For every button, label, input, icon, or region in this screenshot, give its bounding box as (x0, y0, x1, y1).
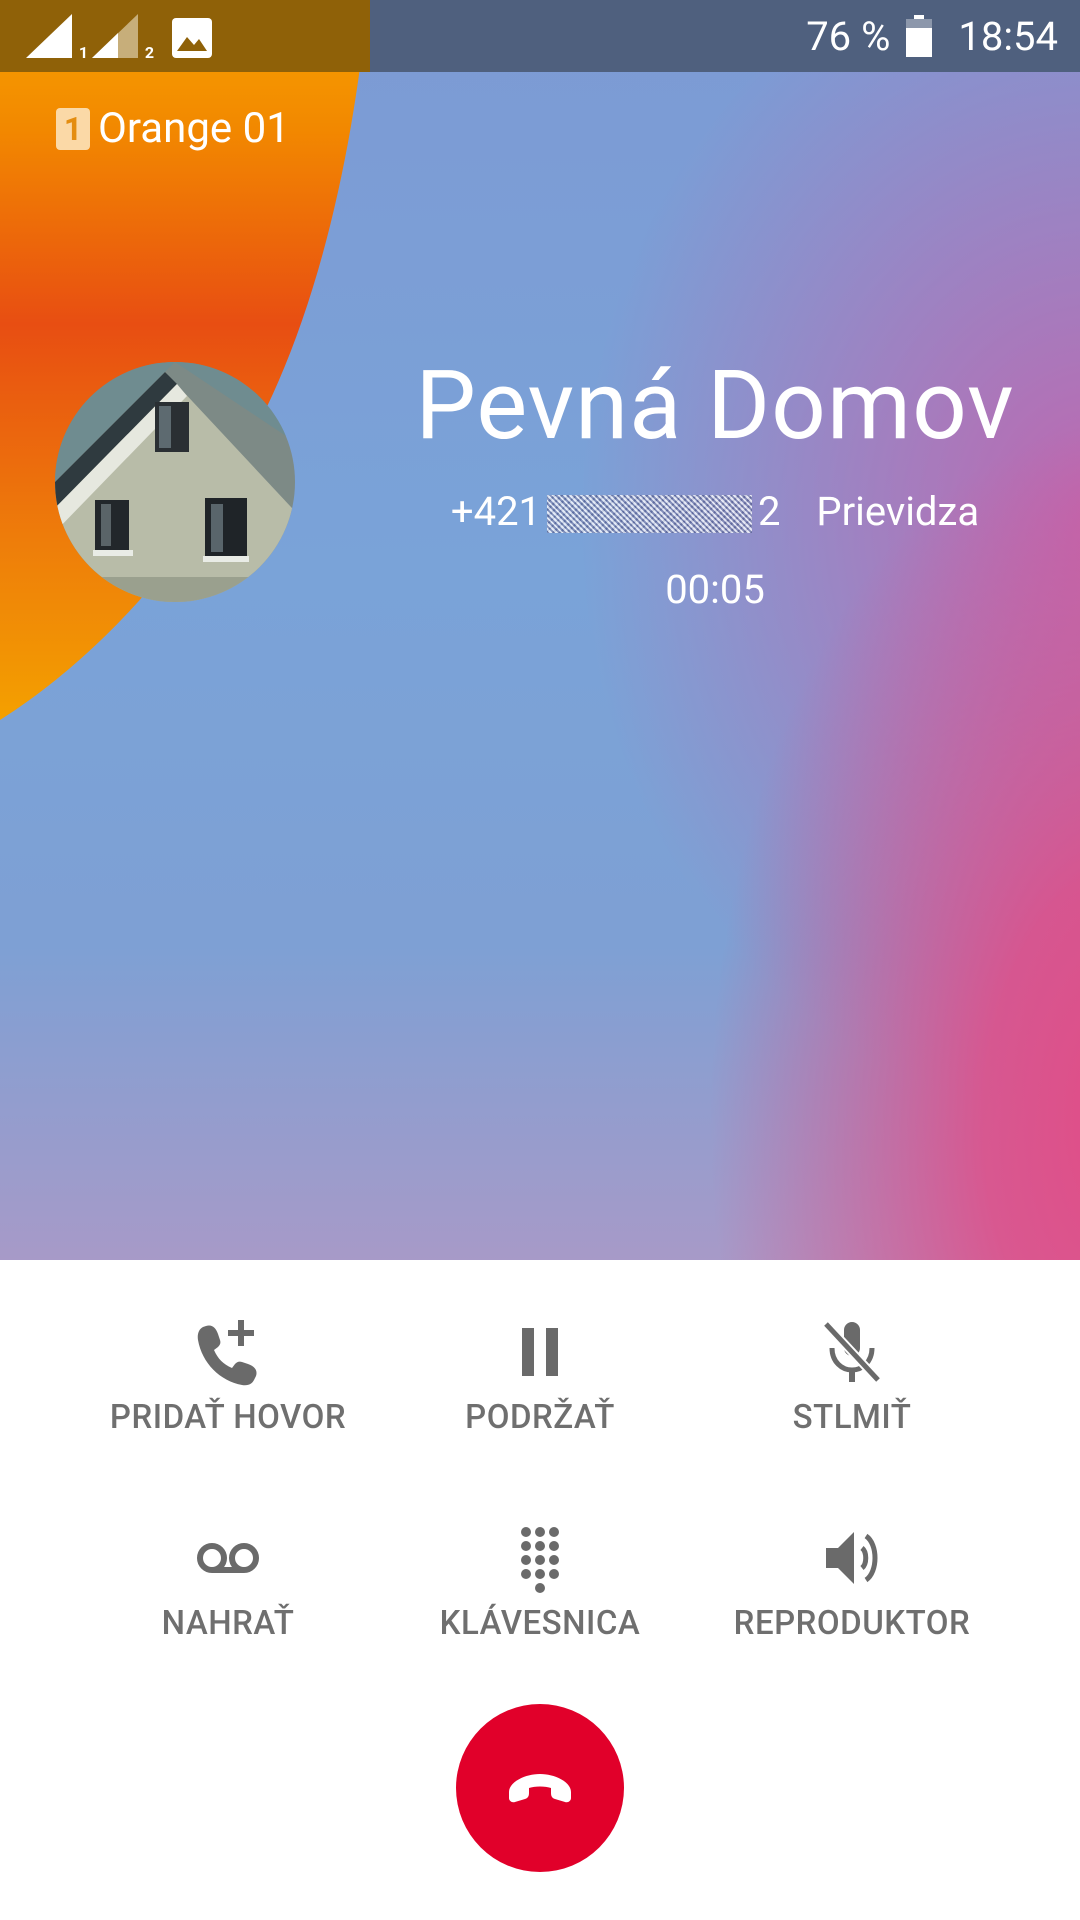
record-button[interactable]: NAHRAŤ (68, 1522, 388, 1643)
sim1-index: 1 (78, 43, 88, 62)
sim-slot-icon: 1 (56, 107, 90, 150)
orange-wave-decoration (0, 0, 368, 720)
add-call-button[interactable]: PRIDAŤ HOVOR (68, 1316, 388, 1437)
signal-sim1-icon: 1 (26, 14, 88, 62)
battery-icon (906, 15, 933, 57)
call-timer: 00:05 (665, 566, 765, 613)
redacted-number (547, 495, 753, 534)
speaker-label: REPRODUKTOR (733, 1604, 971, 1643)
add-call-label: PRIDAŤ HOVOR (109, 1398, 347, 1437)
pause-icon (522, 1328, 558, 1376)
carrier-name: Orange 01 (98, 104, 290, 153)
sim2-index: 2 (144, 43, 154, 62)
signal-sim2-icon: 2 (92, 14, 154, 62)
call-background: 1 2 76 % 18:54 1 Orange 01 Pevná Domov +… (0, 0, 1080, 1260)
voicemail-record-icon (197, 1543, 259, 1573)
dialpad-button[interactable]: KLÁVESNICA (380, 1522, 700, 1643)
carrier-label: 1 Orange 01 (56, 104, 290, 153)
number-suffix: 2 (758, 488, 781, 535)
add-call-icon (197, 1320, 257, 1386)
gallery-notification-icon (172, 18, 212, 58)
contact-name: Pevná Domov (415, 350, 1015, 462)
speaker-button[interactable]: REPRODUKTOR (692, 1522, 1012, 1643)
mic-off-icon (822, 1320, 882, 1384)
record-label: NAHRAŤ (161, 1604, 295, 1643)
hold-button[interactable]: PODRŽAŤ (380, 1316, 700, 1437)
dialpad-label: KLÁVESNICA (439, 1604, 641, 1643)
dialpad-icon (521, 1527, 559, 1593)
speaker-icon (826, 1532, 878, 1584)
status-bar: 1 2 76 % 18:54 (0, 0, 1080, 72)
clock: 18:54 (958, 12, 1058, 60)
number-prefix: +421 (450, 488, 542, 535)
hold-label: PODRŽAŤ (465, 1398, 615, 1437)
mute-label: STLMIŤ (792, 1398, 912, 1437)
in-call-screen: 1 2 76 % 18:54 1 Orange 01 Pevná Domov +… (0, 0, 1080, 1920)
contact-avatar (55, 362, 295, 602)
contact-number-row: +421 2 Prievidza (380, 488, 1050, 535)
mute-button[interactable]: STLMIŤ (692, 1316, 1012, 1437)
status-icons-right: 76 % 18:54 (806, 0, 1058, 72)
contact-location: Prievidza (816, 488, 980, 535)
end-call-button[interactable] (456, 1704, 624, 1872)
status-icons-left: 1 2 (26, 14, 212, 62)
battery-percent: 76 % (806, 12, 891, 60)
end-call-icon (509, 1774, 571, 1803)
